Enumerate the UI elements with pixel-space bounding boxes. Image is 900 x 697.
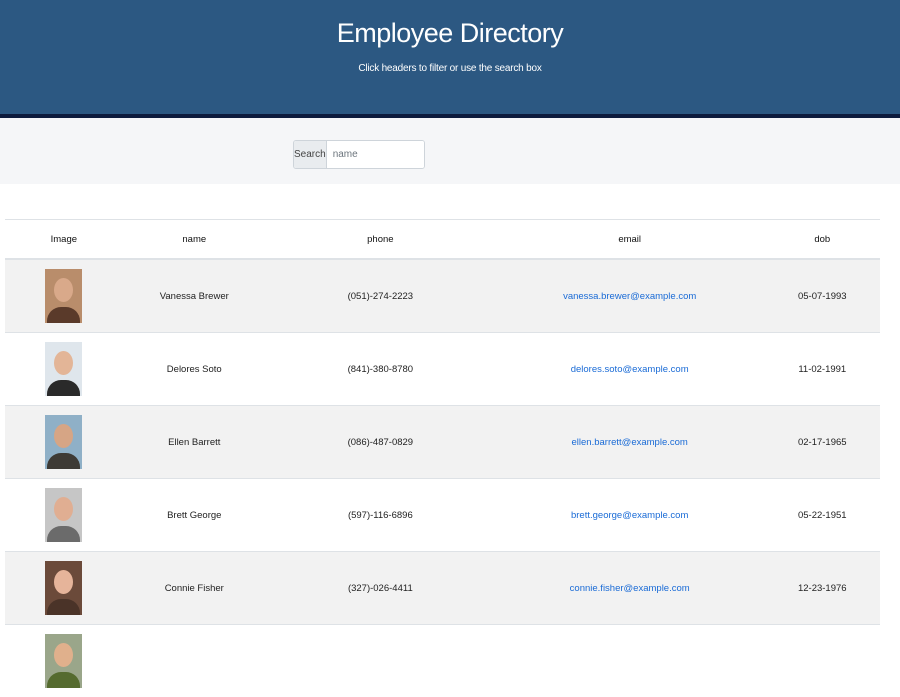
employee-dob	[765, 625, 880, 697]
search-group: Search	[293, 140, 425, 169]
employee-name: Vanessa Brewer	[123, 259, 266, 333]
table-row: Vanessa Brewer(051)-274-2223 vanessa.brew…	[5, 259, 880, 333]
table-row	[5, 625, 880, 697]
avatar-body	[47, 307, 80, 323]
avatar	[45, 415, 82, 469]
employee-image-cell	[5, 333, 123, 406]
employee-email-link[interactable]: ellen.barrett@example.com	[572, 437, 688, 448]
avatar-body	[47, 453, 80, 469]
search-bar: Search	[0, 118, 900, 184]
employee-dob: 05-22-1951	[765, 479, 880, 552]
employee-email-cell: connie.fisher@example.com	[495, 552, 765, 625]
table-row: Brett George(597)-116-6896 brett.george@e…	[5, 479, 880, 552]
employee-phone: (597)-116-6896	[266, 479, 495, 552]
employee-phone: (051)-274-2223	[266, 259, 495, 333]
avatar	[45, 269, 82, 323]
employee-email-link[interactable]: delores.soto@example.com	[571, 364, 689, 375]
page-title: Employee Directory	[0, 18, 900, 49]
page-subtitle: Click headers to filter or use the searc…	[0, 63, 900, 74]
employee-name: Delores Soto	[123, 333, 266, 406]
employee-phone: (841)-380-8780	[266, 333, 495, 406]
avatar	[45, 342, 82, 396]
employee-name	[123, 625, 266, 697]
employee-image-cell	[5, 259, 123, 333]
avatar-head	[54, 497, 73, 521]
search-label: Search	[294, 141, 327, 168]
employee-image-cell	[5, 552, 123, 625]
employee-email-cell: vanessa.brewer@example.com	[495, 259, 765, 333]
search-input[interactable]	[327, 141, 425, 168]
employee-table: Image name phone email dob Vanessa Brewe…	[5, 219, 880, 697]
employee-name: Connie Fisher	[123, 552, 266, 625]
employee-email-link[interactable]: vanessa.brewer@example.com	[563, 291, 696, 302]
employee-email-cell: ellen.barrett@example.com	[495, 406, 765, 479]
employee-name: Brett George	[123, 479, 266, 552]
avatar-body	[47, 672, 80, 688]
column-header-dob[interactable]: dob	[765, 220, 880, 260]
avatar-head	[54, 278, 73, 302]
table-row: Delores Soto(841)-380-8780 delores.soto@e…	[5, 333, 880, 406]
employee-image-cell	[5, 479, 123, 552]
avatar-head	[54, 570, 73, 594]
employee-email-cell: delores.soto@example.com	[495, 333, 765, 406]
table-row: Ellen Barrett(086)-487-0829 ellen.barrett…	[5, 406, 880, 479]
employee-email-link[interactable]: brett.george@example.com	[571, 510, 688, 521]
employee-image-cell	[5, 406, 123, 479]
avatar	[45, 488, 82, 542]
employee-dob: 12-23-1976	[765, 552, 880, 625]
avatar	[45, 634, 82, 688]
avatar	[45, 561, 82, 615]
avatar-body	[47, 599, 80, 615]
avatar-body	[47, 526, 80, 542]
employee-name: Ellen Barrett	[123, 406, 266, 479]
table-row: Connie Fisher(327)-026-4411 connie.fisher…	[5, 552, 880, 625]
avatar-head	[54, 424, 73, 448]
employee-dob: 11-02-1991	[765, 333, 880, 406]
column-header-phone[interactable]: phone	[266, 220, 495, 260]
page-header: Employee Directory Click headers to filt…	[0, 0, 900, 118]
avatar-body	[47, 380, 80, 396]
employee-phone: (327)-026-4411	[266, 552, 495, 625]
column-header-email[interactable]: email	[495, 220, 765, 260]
avatar-head	[54, 643, 73, 667]
employee-dob: 02-17-1965	[765, 406, 880, 479]
employee-phone: (086)-487-0829	[266, 406, 495, 479]
employee-email-cell	[495, 625, 765, 697]
employee-image-cell	[5, 625, 123, 697]
column-header-name[interactable]: name	[123, 220, 266, 260]
employee-dob: 05-07-1993	[765, 259, 880, 333]
table-header-row: Image name phone email dob	[5, 220, 880, 260]
column-header-image[interactable]: Image	[5, 220, 123, 260]
avatar-head	[54, 351, 73, 375]
employee-email-cell: brett.george@example.com	[495, 479, 765, 552]
employee-email-link[interactable]: connie.fisher@example.com	[570, 583, 690, 594]
employee-phone	[266, 625, 495, 697]
